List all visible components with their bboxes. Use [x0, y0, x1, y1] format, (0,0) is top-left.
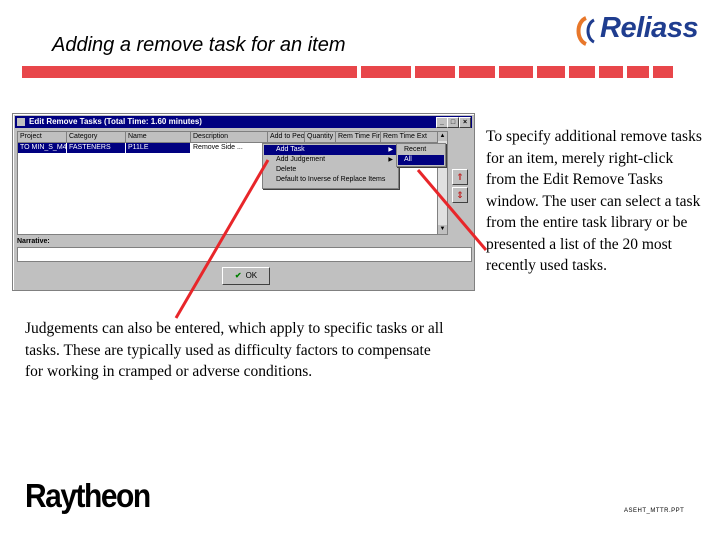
scroll-down-icon[interactable]: ▼ [438, 225, 447, 234]
ok-button-label: OK [245, 271, 258, 280]
window-app-icon [17, 118, 25, 126]
maximize-button[interactable]: □ [447, 117, 459, 128]
submenu-arrow-icon: ▶ [388, 147, 393, 153]
narrative-field[interactable] [17, 247, 472, 262]
raytheon-logo: Raytheon [25, 478, 151, 515]
ok-button[interactable]: ✔ OK [222, 267, 270, 285]
menu-item-add-judgement[interactable]: Add Judgement ▶ [264, 155, 397, 165]
row-cell-description[interactable]: Remove Side ... [191, 143, 267, 153]
move-up-icon[interactable]: ⇑ [452, 169, 468, 185]
row-cell-category[interactable]: FASTENERS [67, 143, 125, 153]
move-down-icon[interactable]: ⇕ [452, 187, 468, 203]
column-header-rem-time-first[interactable]: Rem Time First [336, 132, 381, 143]
reliass-logo: Reliass [600, 12, 699, 44]
title-underline-bar [22, 66, 696, 78]
right-description: To specify additional remove tasks for a… [486, 128, 702, 274]
edit-remove-tasks-window: Edit Remove Tasks (Total Time: 1.60 minu… [12, 113, 475, 291]
bottom-description: Judgements can also be entered, which ap… [25, 320, 444, 380]
context-menu: Add Task ▶ Add Judgement ▶ Delete Defaul… [262, 143, 399, 189]
submenu-item-all[interactable]: All [398, 155, 444, 165]
column-header-category[interactable]: Category [67, 132, 126, 143]
checkmark-icon: ✔ [234, 271, 242, 280]
submenu-arrow-icon: ▶ [388, 157, 393, 163]
column-header-rem-time-ext[interactable]: Rem Time Ext [381, 132, 437, 143]
menu-item-add-task[interactable]: Add Task ▶ [264, 145, 397, 155]
column-header-quantity[interactable]: Quantity [305, 132, 336, 143]
add-task-submenu: Recent All [396, 143, 446, 167]
window-titlebar: Edit Remove Tasks (Total Time: 1.60 minu… [15, 116, 472, 128]
narrative-label: Narrative: [17, 238, 50, 245]
menu-item-default-inverse[interactable]: Default to Inverse of Replace Items [264, 175, 397, 185]
close-button[interactable]: × [459, 117, 471, 128]
row-cell-name[interactable]: P11LE [126, 143, 190, 153]
row-cell-project[interactable]: TO MIN_S_M4Z [18, 143, 66, 153]
column-header-add-to-people[interactable]: Add to People [268, 132, 305, 143]
side-toolbar: ⇑ ⇕ [450, 131, 470, 233]
footer-filename: ASEHT_MTTR.PPT [624, 508, 685, 514]
submenu-item-recent[interactable]: Recent [398, 145, 444, 155]
column-header-description[interactable]: Description [191, 132, 268, 143]
column-header-project[interactable]: Project [18, 132, 67, 143]
menu-item-delete[interactable]: Delete [264, 165, 397, 175]
window-title: Edit Remove Tasks (Total Time: 1.60 minu… [29, 117, 202, 126]
scroll-up-icon[interactable]: ▲ [438, 132, 447, 141]
column-header-name[interactable]: Name [126, 132, 191, 143]
slide-title: Adding a remove task for an item [52, 34, 346, 56]
